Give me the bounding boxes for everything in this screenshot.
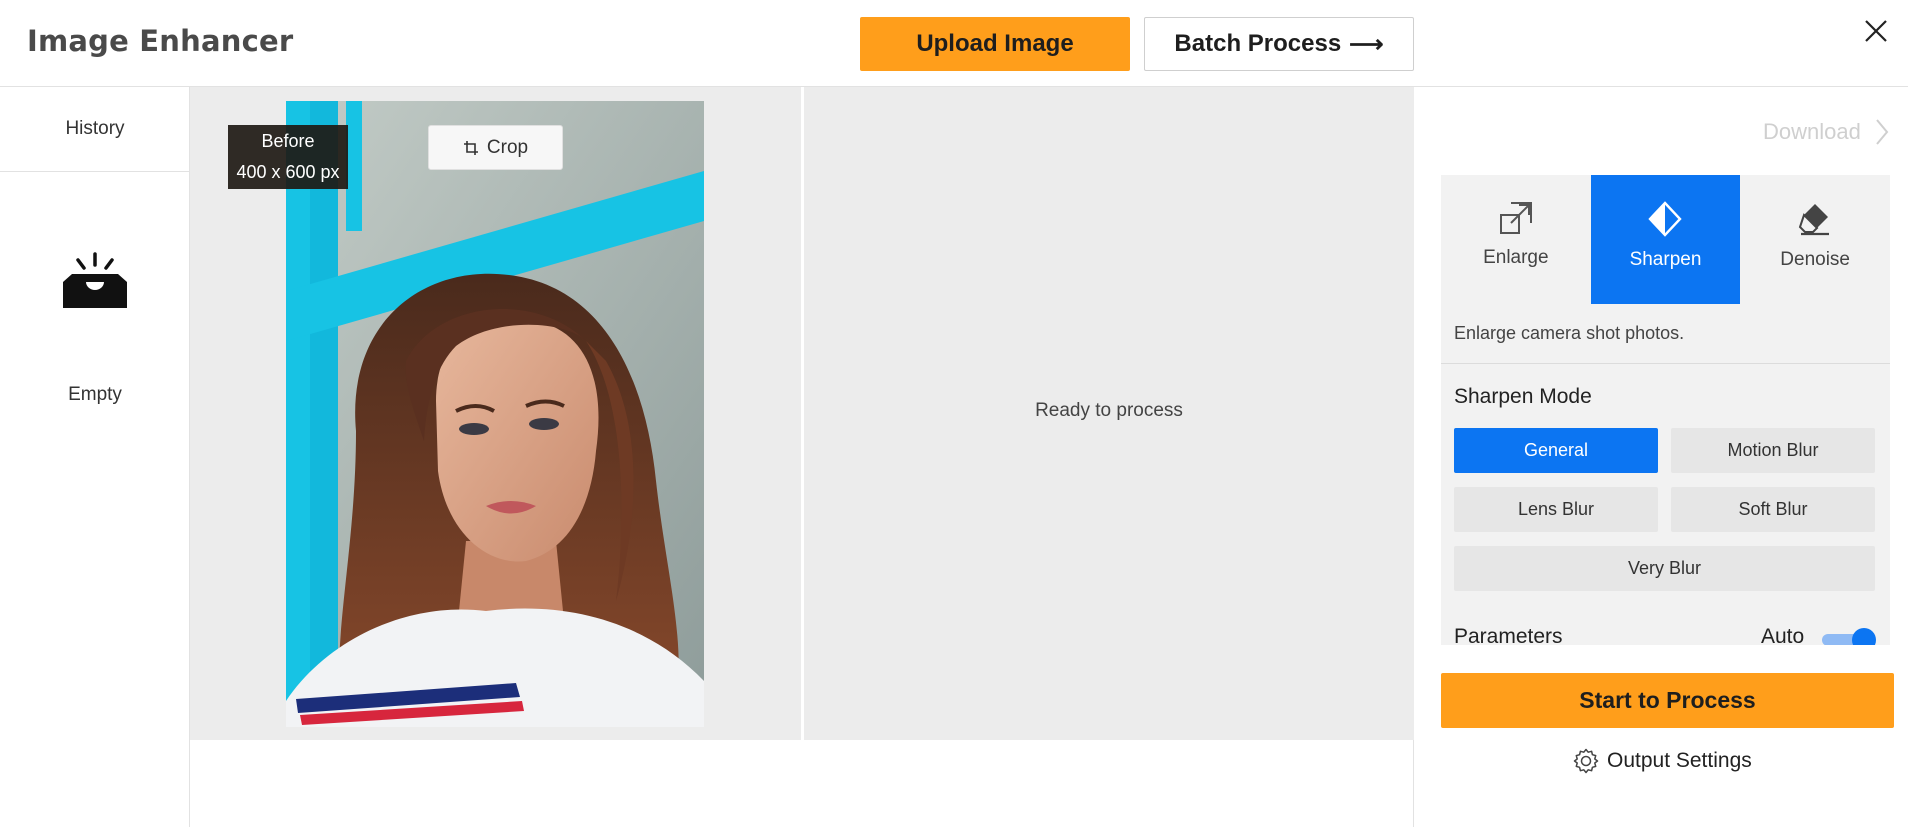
divider — [1441, 363, 1890, 364]
crop-icon — [463, 140, 478, 155]
tab-denoise[interactable]: Denoise — [1740, 175, 1890, 304]
empty-history-label: Empty — [68, 384, 122, 405]
tab-enlarge-label: Enlarge — [1483, 247, 1549, 268]
tool-tabs: Enlarge Sharpen Denoise — [1441, 175, 1890, 304]
arrow-right-icon: ⟶ — [1349, 30, 1384, 58]
tab-enlarge[interactable]: Enlarge — [1441, 175, 1591, 304]
tool-options: Enlarge Sharpen Denoise Enlarge camera s… — [1441, 175, 1890, 645]
batch-process-label: Batch Process — [1174, 30, 1342, 57]
top-bar: Image Enhancer Upload Image Batch Proces… — [0, 0, 1908, 87]
batch-process-button[interactable]: Batch Process ⟶ — [1144, 17, 1414, 71]
mode-motion-blur-button[interactable]: Motion Blur — [1671, 428, 1875, 473]
uploaded-photo — [286, 101, 704, 727]
history-tab[interactable]: History — [0, 87, 190, 172]
auto-label: Auto — [1761, 625, 1805, 645]
crop-button[interactable]: Crop — [428, 125, 563, 170]
output-settings-label: Output Settings — [1607, 749, 1752, 772]
canvas-footer — [190, 740, 1414, 827]
tab-denoise-label: Denoise — [1780, 249, 1850, 270]
sharpen-icon — [1648, 201, 1683, 237]
history-sidebar: History Empty — [0, 87, 190, 827]
sharpen-mode-title: Sharpen Mode — [1454, 385, 1592, 408]
toggle-knob — [1852, 628, 1876, 645]
before-label: Before — [261, 131, 315, 151]
mode-soft-blur-button[interactable]: Soft Blur — [1671, 487, 1875, 532]
empty-inbox-icon — [63, 252, 127, 308]
download-label: Download — [1763, 119, 1861, 144]
mode-very-blur-button[interactable]: Very Blur — [1454, 546, 1875, 591]
enlarge-icon — [1499, 202, 1532, 234]
gear-icon — [1573, 748, 1599, 774]
close-icon[interactable] — [1862, 17, 1890, 45]
tool-description: Enlarge camera shot photos. — [1454, 323, 1685, 343]
tab-sharpen[interactable]: Sharpen — [1590, 175, 1741, 304]
upload-image-button[interactable]: Upload Image — [860, 17, 1130, 71]
before-badge: Before 400 x 600 px — [228, 125, 348, 189]
chevron-right-icon — [1876, 119, 1889, 145]
image-dimensions: 400 x 600 px — [236, 162, 340, 182]
app-title: Image Enhancer — [27, 24, 294, 58]
auto-toggle[interactable] — [1822, 628, 1877, 645]
ready-status: Ready to process — [1035, 400, 1183, 421]
output-settings-link[interactable]: Output Settings — [1573, 748, 1752, 774]
mode-lens-blur-button[interactable]: Lens Blur — [1454, 487, 1658, 532]
eraser-icon — [1798, 204, 1830, 236]
tab-sharpen-label: Sharpen — [1629, 249, 1702, 270]
start-process-button[interactable]: Start to Process — [1441, 673, 1894, 728]
download-button[interactable]: Download — [1763, 118, 1889, 146]
parameters-label: Parameters — [1454, 625, 1563, 645]
mode-general-button[interactable]: General — [1454, 428, 1658, 473]
crop-label: Crop — [486, 136, 529, 158]
